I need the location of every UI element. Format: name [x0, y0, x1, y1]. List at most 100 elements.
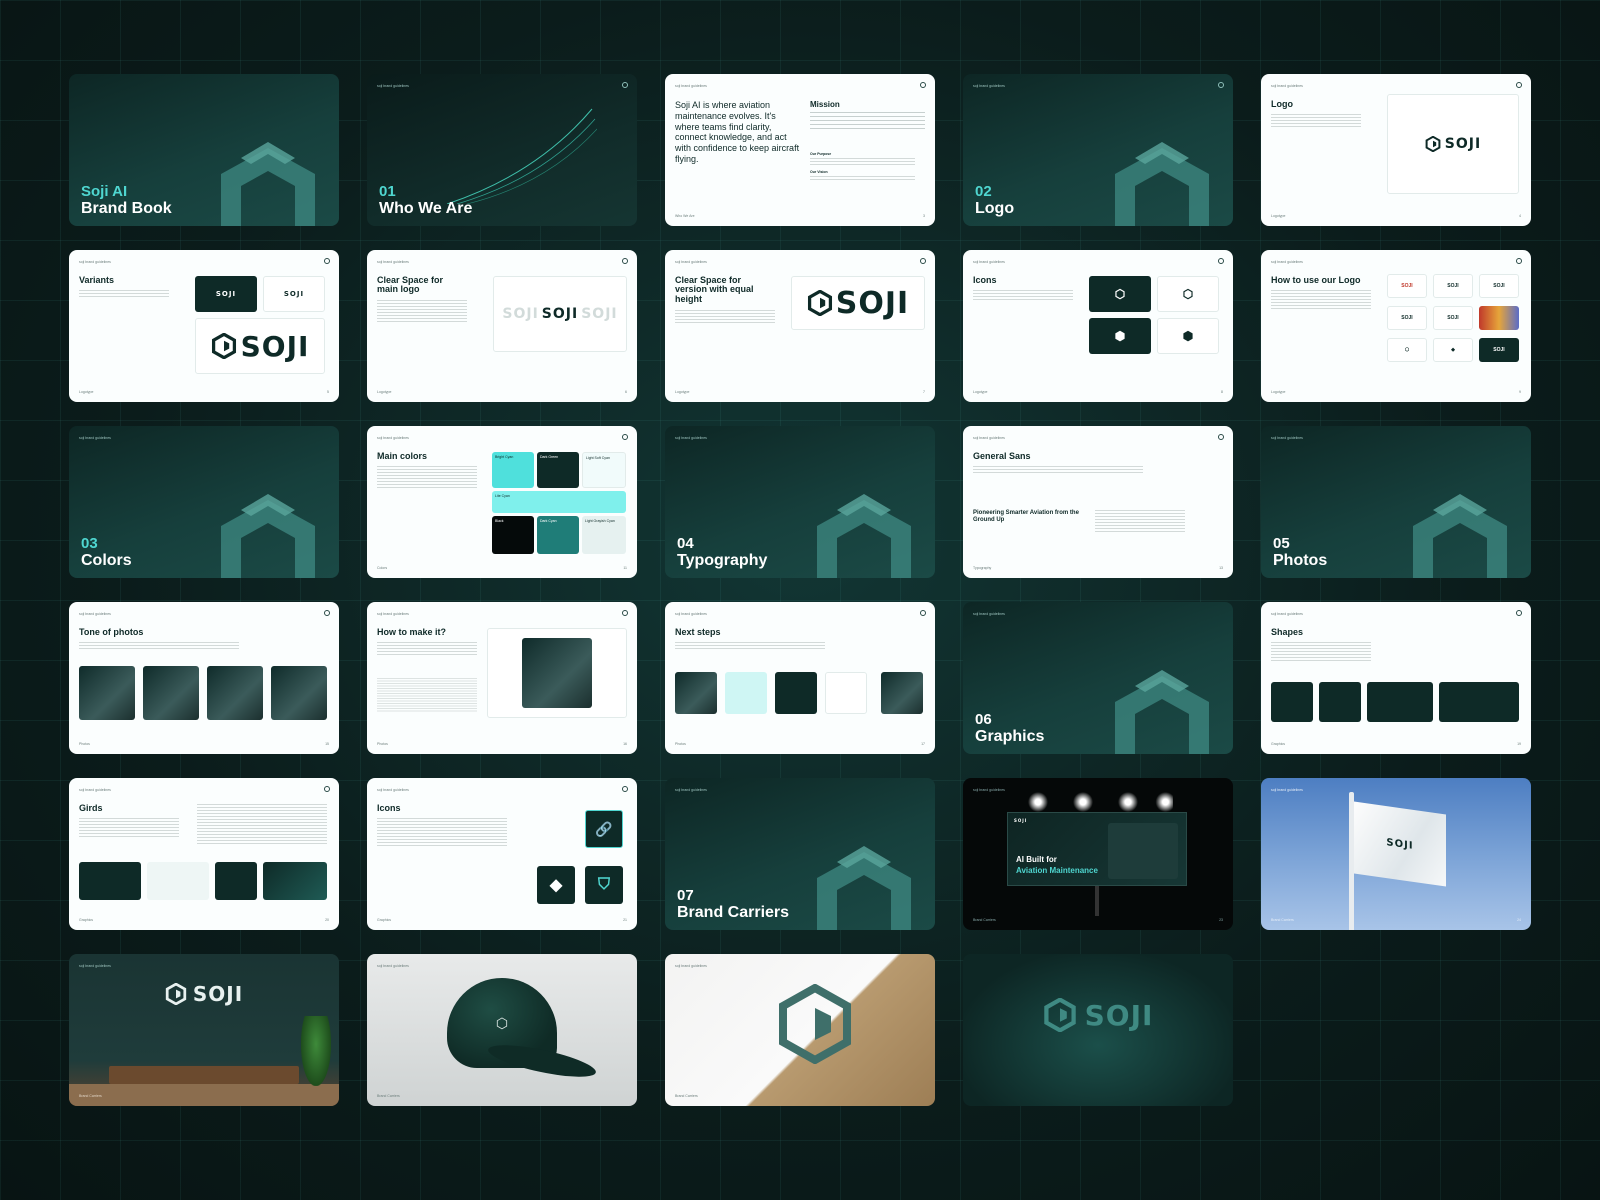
office-floor	[69, 1084, 339, 1106]
slide-shapes[interactable]: soji brand guidelines Shapes Graphics 19	[1261, 602, 1531, 754]
mini-logo-icon	[920, 82, 926, 88]
mission-sub1: Our Purpose	[810, 152, 832, 156]
body-text-lines	[377, 466, 477, 490]
icon-light-tile: ⬢	[1157, 318, 1219, 354]
slide-footer: Brand Carriers	[675, 1094, 698, 1098]
slide-section-04[interactable]: soji brand guidelines 04 Typography	[665, 426, 935, 578]
final-logo: SOJI	[963, 998, 1233, 1032]
slide-section-01[interactable]: soji brand guidelines 01 Who We Are	[367, 74, 637, 226]
slide-header: soji brand guidelines	[79, 964, 111, 968]
slide-title: How to use our Logo	[1271, 275, 1361, 285]
section-title: Graphics	[975, 728, 1045, 745]
slide-section-07[interactable]: soji brand guidelines 07 Brand Carriers	[665, 778, 935, 930]
section-number: 03	[81, 535, 98, 552]
body-text-lines	[377, 818, 507, 846]
slide-section-05[interactable]: soji brand guidelines 05 Photos	[1261, 426, 1531, 578]
slide-page: 9	[1519, 390, 1521, 394]
slide-footer: Who We Are	[675, 214, 695, 218]
slide-cover[interactable]: Soji AI Brand Book	[69, 74, 339, 226]
photo-thumb	[143, 666, 199, 720]
slide-how-make[interactable]: soji brand guidelines How to make it? Ph…	[367, 602, 637, 754]
slide-section-03[interactable]: soji brand guidelines 03 Colors	[69, 426, 339, 578]
slide-billboard[interactable]: soji brand guidelines SOJI AI Built for …	[963, 778, 1233, 930]
body-text-lines	[973, 290, 1073, 300]
body-text-lines	[675, 642, 825, 650]
mini-logo-icon	[1516, 82, 1522, 88]
slide-flag[interactable]: soji brand guidelines SOJI Brand Carrier…	[1261, 778, 1531, 930]
hex-mark-icon	[817, 494, 911, 578]
slide-girds[interactable]: soji brand guidelines Girds Graphics 20	[69, 778, 339, 930]
slide-header: soji brand guidelines	[675, 964, 707, 968]
slide-title: Icons	[377, 803, 401, 813]
slide-header: soji brand guidelines	[1271, 436, 1303, 440]
slide-howto-logo[interactable]: soji brand guidelines How to use our Log…	[1261, 250, 1531, 402]
mini-logo-icon	[622, 610, 628, 616]
slide-icons[interactable]: soji brand guidelines Icons ⬡ ⬡ ⬢ ⬢ Logo…	[963, 250, 1233, 402]
slide-title: How to make it?	[377, 627, 447, 637]
icon-dark-tile: ⬡	[1089, 276, 1151, 312]
hex-logo-icon	[211, 333, 236, 359]
link-icon: 🔗	[585, 810, 623, 848]
photo-thumb	[79, 666, 135, 720]
mini-logo-icon	[920, 610, 926, 616]
misuse-tile: ⬡	[1387, 338, 1427, 362]
slide-footer: Logotype	[973, 390, 988, 394]
clearspace-word: SOJI	[835, 285, 910, 321]
slide-main-colors[interactable]: soji brand guidelines Main colors Bright…	[367, 426, 637, 578]
clearspace-ghost-word: SOJI	[502, 306, 539, 322]
mini-logo-icon	[1218, 82, 1224, 88]
body-text-lines	[377, 642, 477, 656]
swatch-bright-cyan: Bright Cyan	[492, 452, 534, 488]
slide-footer: Graphics	[377, 918, 392, 922]
body-text-lines	[675, 310, 775, 324]
icon-dark-tile: ⬢	[1089, 318, 1151, 354]
slide-cap[interactable]: soji brand guidelines ⬡ Brand Carriers	[367, 954, 637, 1106]
misuse-tile: SOJI	[1433, 274, 1473, 298]
mission-sub2: Our Vision	[810, 170, 828, 174]
misuse-tile: SOJI	[1387, 306, 1427, 330]
slide-clearspace[interactable]: soji brand guidelines Clear Space for ma…	[367, 250, 637, 402]
slide-header: soji brand guidelines	[377, 260, 409, 264]
slide-logo[interactable]: soji brand guidelines Logo SOJI Logotype…	[1261, 74, 1531, 226]
section-number: 07	[677, 887, 694, 904]
slide-final-logo[interactable]: SOJI	[963, 954, 1233, 1106]
slide-section-02[interactable]: soji brand guidelines 02 Logo	[963, 74, 1233, 226]
slide-footer: Photos	[675, 742, 686, 746]
slide-icons-graphics[interactable]: soji brand guidelines Icons 🔗 ◆ ⛉ Graphi…	[367, 778, 637, 930]
slide-next-steps[interactable]: soji brand guidelines Next steps Photos …	[665, 602, 935, 754]
slide-variants[interactable]: soji brand guidelines Variants SOJI SOJI…	[69, 250, 339, 402]
slide-mission[interactable]: soji brand guidelines Soji AI is where a…	[665, 74, 935, 226]
mini-logo-icon	[1218, 434, 1224, 440]
variant-dark-tile: SOJI	[195, 276, 257, 312]
embossed-hex-icon	[779, 984, 851, 1064]
body-text-lines	[377, 300, 467, 324]
variant-word: SOJI	[283, 290, 305, 298]
slide-page: 19	[1517, 742, 1521, 746]
mini-logo-icon	[622, 258, 628, 264]
slide-footer: Brand Carriers	[973, 918, 996, 922]
slide-clearspace-equal[interactable]: soji brand guidelines Clear Space for ve…	[665, 250, 935, 402]
example-photo	[522, 638, 592, 708]
slide-paper[interactable]: soji brand guidelines Brand Carriers	[665, 954, 935, 1106]
mini-logo-icon	[1516, 258, 1522, 264]
slide-page: 21	[623, 918, 627, 922]
slide-header: soji brand guidelines	[1271, 260, 1303, 264]
slide-header: soji brand guidelines	[675, 612, 707, 616]
slide-section-06[interactable]: soji brand guidelines 06 Graphics	[963, 602, 1233, 754]
slide-general-sans[interactable]: soji brand guidelines General Sans Pione…	[963, 426, 1233, 578]
cube-icon: ◆	[537, 866, 575, 904]
billboard-panel: SOJI AI Built for Aviation Maintenance	[1007, 812, 1187, 886]
photo-thumb	[207, 666, 263, 720]
mini-logo-icon	[324, 786, 330, 792]
hex-mark-icon	[1115, 670, 1209, 754]
clearspace-diagram: SOJI SOJI SOJI	[493, 276, 627, 352]
slide-tone-photos[interactable]: soji brand guidelines Tone of photos Pho…	[69, 602, 339, 754]
mini-logo-icon	[622, 434, 628, 440]
slide-office[interactable]: soji brand guidelines SOJI Brand Carrier…	[69, 954, 339, 1106]
slide-page: 16	[623, 742, 627, 746]
shield-icon: ⛉	[585, 866, 623, 904]
body-text-lines	[79, 818, 179, 838]
slide-header: soji brand guidelines	[79, 436, 111, 440]
slide-header: soji brand guidelines	[973, 84, 1005, 88]
mini-logo-icon	[622, 82, 628, 88]
